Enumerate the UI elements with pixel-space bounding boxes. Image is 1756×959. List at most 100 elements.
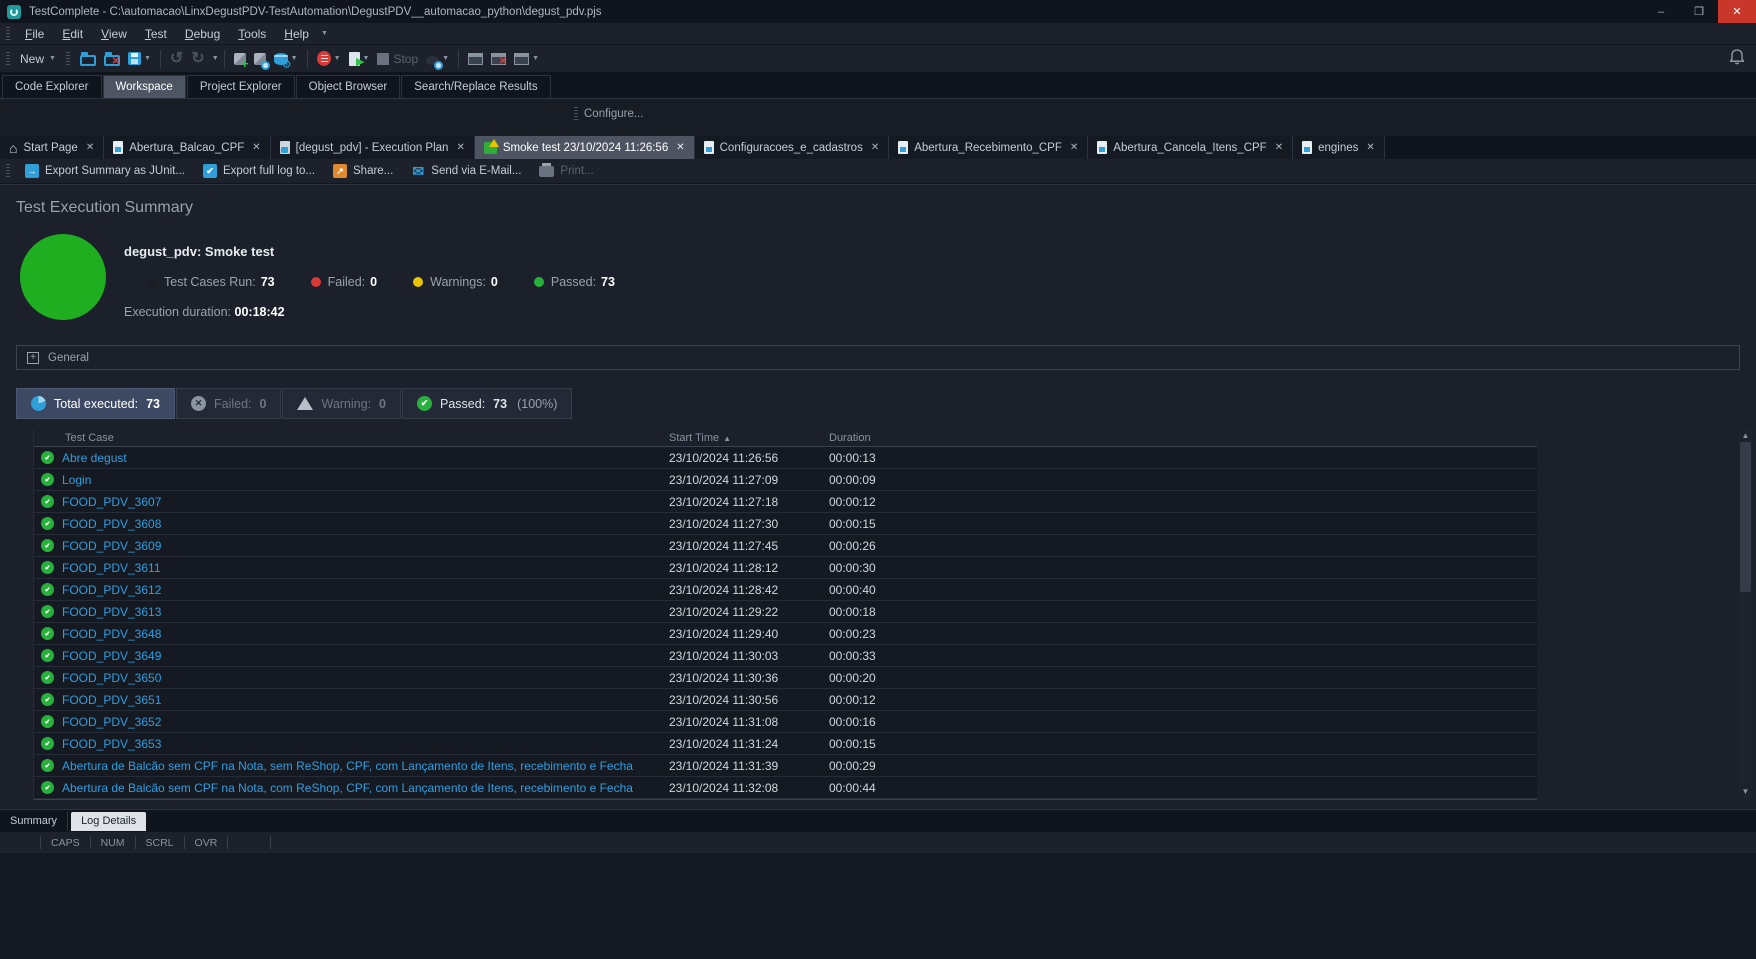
table-row[interactable]: FOOD_PDV_3653 23/10/2024 11:31:24 00:00:… (34, 733, 1537, 755)
test-case-link[interactable]: Abertura de Balcão sem CPF na Nota, com … (62, 781, 633, 795)
panel-tab[interactable]: Object Browser (296, 75, 401, 98)
document-tab[interactable]: Abertura_Cancela_Itens_CPF ✕ (1088, 136, 1293, 159)
test-case-link[interactable]: FOOD_PDV_3650 (62, 671, 161, 685)
test-case-link[interactable]: FOOD_PDV_3613 (62, 605, 161, 619)
record-caret-icon[interactable]: ▼ (334, 55, 341, 62)
export-button[interactable]: ✔ Export full log to... (194, 164, 324, 178)
close-tab-icon[interactable]: ✕ (456, 142, 464, 153)
test-case-link[interactable]: FOOD_PDV_3649 (62, 649, 161, 663)
column-header-start-time[interactable]: Start Time▲ (669, 432, 829, 444)
close-project-button[interactable]: ✕ (100, 50, 124, 68)
document-tab[interactable]: [degust_pdv] - Execution Plan ✕ (271, 136, 475, 159)
table-row[interactable]: FOOD_PDV_3608 23/10/2024 11:27:30 00:00:… (34, 513, 1537, 535)
save-button[interactable]: ▼ (124, 50, 155, 67)
close-button[interactable]: ✕ (1718, 0, 1756, 23)
table-row[interactable]: FOOD_PDV_3652 23/10/2024 11:31:08 00:00:… (34, 711, 1537, 733)
toolbar-grip[interactable] (6, 52, 10, 66)
menu-item[interactable]: Debug (176, 27, 229, 41)
toolbar-grip[interactable] (6, 164, 10, 178)
save-caret-icon[interactable]: ▼ (144, 55, 151, 62)
object-repository-button[interactable]: ⚙ ▼ (270, 51, 302, 67)
document-tab[interactable]: engines ✕ (1293, 136, 1385, 159)
test-case-link[interactable]: FOOD_PDV_3611 (62, 561, 161, 575)
export-button[interactable]: Print... (530, 165, 602, 177)
table-row[interactable]: FOOD_PDV_3607 23/10/2024 11:27:18 00:00:… (34, 491, 1537, 513)
table-row[interactable]: FOOD_PDV_3648 23/10/2024 11:29:40 00:00:… (34, 623, 1537, 645)
table-row[interactable]: Abertura de Balcão sem CPF na Nota, com … (34, 777, 1537, 799)
filter-tab[interactable]: Failed: 0 (176, 388, 281, 419)
table-row[interactable]: Abre degust 23/10/2024 11:26:56 00:00:13 (34, 447, 1537, 469)
menu-item[interactable]: Edit (53, 27, 92, 41)
export-button[interactable]: ✉ Send via E-Mail... (402, 164, 530, 178)
test-case-link[interactable]: FOOD_PDV_3612 (62, 583, 161, 597)
test-case-link[interactable]: FOOD_PDV_3607 (62, 495, 161, 509)
table-row[interactable]: FOOD_PDV_3611 23/10/2024 11:28:12 00:00:… (34, 557, 1537, 579)
menu-item[interactable]: View (92, 27, 136, 41)
run-window-caret-icon[interactable]: ▼ (532, 55, 539, 62)
menu-item[interactable]: Tools (229, 27, 275, 41)
test-case-link[interactable]: Abre degust (62, 451, 127, 465)
menu-item[interactable]: Help (275, 27, 318, 41)
table-row[interactable]: FOOD_PDV_3651 23/10/2024 11:30:56 00:00:… (34, 689, 1537, 711)
run-button[interactable]: ▶ ▼ (345, 50, 374, 68)
panel-tab[interactable]: Code Explorer (2, 75, 102, 98)
test-case-link[interactable]: FOOD_PDV_3608 (62, 517, 161, 531)
add-new-item-button[interactable]: + (230, 51, 250, 67)
toolbar-grip[interactable] (574, 107, 578, 121)
test-case-link[interactable]: FOOD_PDV_3653 (62, 737, 161, 751)
close-tab-icon[interactable]: ✕ (676, 142, 684, 153)
document-tab[interactable]: Abertura_Recebimento_CPF ✕ (889, 136, 1088, 159)
table-row[interactable]: FOOD_PDV_3613 23/10/2024 11:29:22 00:00:… (34, 601, 1537, 623)
table-row[interactable]: FOOD_PDV_3650 23/10/2024 11:30:36 00:00:… (34, 667, 1537, 689)
vertical-scrollbar[interactable]: ▲ ▼ (1738, 428, 1753, 798)
test-case-link[interactable]: FOOD_PDV_3609 (62, 539, 161, 553)
export-button[interactable]: → Export Summary as JUnit... (16, 164, 194, 178)
document-tab[interactable]: Abertura_Balcao_CPF ✕ (104, 136, 270, 159)
close-tab-icon[interactable]: ✕ (1070, 142, 1078, 153)
close-tab-icon[interactable]: ✕ (1275, 142, 1283, 153)
open-button[interactable] (76, 50, 100, 68)
column-header-duration[interactable]: Duration (829, 432, 1537, 444)
new-caret-icon[interactable]: ▼ (49, 55, 56, 62)
undo-button[interactable]: ↺ (166, 49, 187, 69)
undo-caret-icon[interactable]: ▼ (212, 55, 219, 62)
table-row[interactable]: FOOD_PDV_3612 23/10/2024 11:28:42 00:00:… (34, 579, 1537, 601)
filter-tab[interactable]: Warning: 0 (282, 388, 401, 419)
debug-caret-icon[interactable]: ▼ (442, 55, 449, 62)
run-window-button[interactable]: ▼ (510, 51, 543, 67)
document-tab[interactable]: Configuracoes_e_cadastros ✕ (695, 136, 890, 159)
toolbar-grip[interactable] (66, 52, 70, 66)
filter-tab[interactable]: Passed: 73 (100%) (402, 388, 572, 419)
scroll-up-icon[interactable]: ▲ (1742, 428, 1750, 442)
new-button[interactable]: New ▼ (16, 50, 60, 68)
test-case-link[interactable]: FOOD_PDV_3651 (62, 693, 161, 707)
table-row[interactable]: Login 23/10/2024 11:27:09 00:00:09 (34, 469, 1537, 491)
general-expander[interactable]: + General (16, 345, 1740, 370)
expand-plus-icon[interactable]: + (27, 352, 39, 364)
scroll-down-icon[interactable]: ▼ (1742, 784, 1750, 798)
test-case-link[interactable]: Login (62, 473, 91, 487)
object-spy-button[interactable] (250, 51, 270, 67)
toolbar-grip[interactable] (6, 27, 10, 41)
panel-tab[interactable]: Search/Replace Results (401, 75, 550, 98)
document-tab[interactable]: Smoke test 23/10/2024 11:26:56 ✕ (475, 136, 695, 159)
debug-button[interactable]: ▼ (422, 51, 453, 67)
configure-button[interactable]: Configure... (584, 108, 643, 120)
table-row[interactable]: FOOD_PDV_3609 23/10/2024 11:27:45 00:00:… (34, 535, 1537, 557)
table-row[interactable]: Abertura de Balcão sem CPF na Nota, sem … (34, 755, 1537, 777)
redo-button[interactable]: ↻ (187, 49, 208, 69)
repository-caret-icon[interactable]: ▼ (291, 55, 298, 62)
test-case-link[interactable]: Abertura de Balcão sem CPF na Nota, sem … (62, 759, 633, 773)
column-header-test-case[interactable]: Test Case (34, 432, 669, 444)
panel-tab[interactable]: Project Explorer (187, 75, 295, 98)
export-button[interactable]: ↗ Share... (324, 164, 402, 178)
test-case-link[interactable]: FOOD_PDV_3652 (62, 715, 161, 729)
menu-item[interactable]: File (16, 27, 53, 41)
close-tab-icon[interactable]: ✕ (871, 142, 879, 153)
close-tab-icon[interactable]: ✕ (252, 142, 260, 153)
close-window-button[interactable]: ✕ (487, 51, 510, 67)
close-tab-icon[interactable]: ✕ (1366, 142, 1374, 153)
record-button[interactable]: ▼ (313, 49, 345, 68)
scrollbar-thumb[interactable] (1740, 442, 1751, 592)
close-tab-icon[interactable]: ✕ (86, 142, 94, 153)
